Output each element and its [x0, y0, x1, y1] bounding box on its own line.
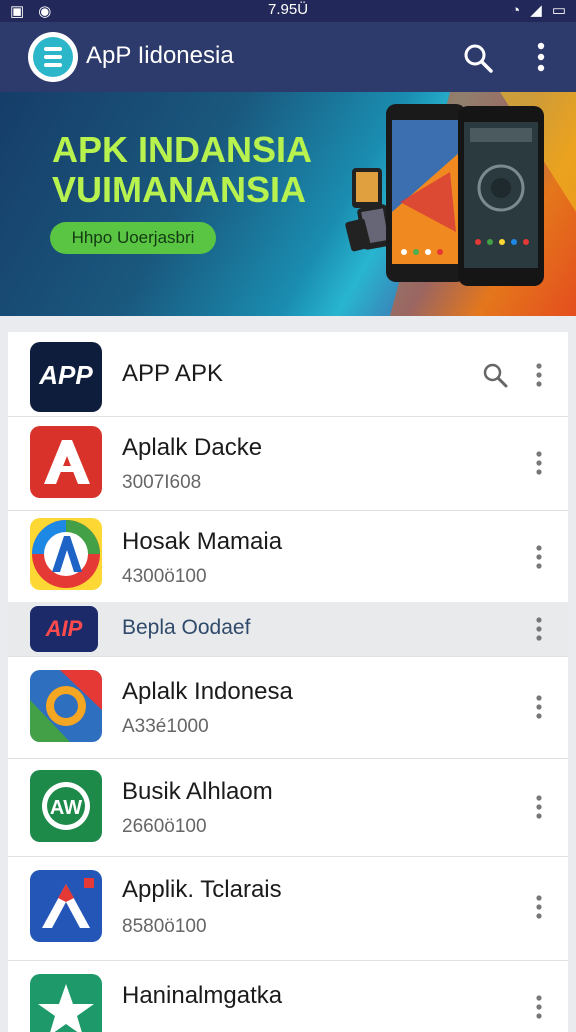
- more-vert-icon[interactable]: [530, 544, 548, 570]
- search-icon[interactable]: [462, 42, 494, 74]
- list-header-title: APP APK: [122, 360, 223, 387]
- aw-app-icon: AW: [30, 770, 102, 842]
- status-bar: ▣ ◉ 7.95Ü ◔ ◢ ▭: [0, 0, 576, 22]
- more-vert-icon[interactable]: [530, 362, 548, 388]
- app-title: ApP Iidonesia: [86, 42, 234, 69]
- banner-headline-line-1: APK INDANSIA: [52, 129, 313, 170]
- app-name: Applik. Tclarais: [122, 876, 282, 903]
- phones-illustration: [345, 92, 576, 316]
- app-name: Busik Alhlaom: [122, 778, 273, 805]
- gallery-notification-icon: ▣: [10, 3, 25, 20]
- app-apk-icon: APP: [30, 342, 102, 412]
- list-item[interactable]: Hosak Mamaia 4300ö100: [8, 510, 568, 603]
- app-name: Aplalk Indonesa: [122, 678, 293, 705]
- app-bar: ApP Iidonesia: [0, 22, 576, 92]
- svg-text:AW: AW: [50, 797, 82, 819]
- list-item-selected[interactable]: AIP Bepla Oodaef: [8, 602, 568, 657]
- app-size: 3007I608: [122, 472, 202, 493]
- adobe-style-app-icon: [30, 426, 102, 498]
- promo-banner[interactable]: APK INDANSIA VUIMANANSIA Hhpo Uoerjasbri: [0, 92, 576, 316]
- sync-notification-icon: ◉: [38, 3, 52, 20]
- list-header-row: APP APP APK: [8, 332, 568, 417]
- list-item[interactable]: Haninalmgatka: [8, 960, 568, 1032]
- status-time: 7.95Ü: [268, 1, 309, 18]
- more-vert-icon[interactable]: [530, 794, 548, 820]
- app-size: 4300ö100: [122, 566, 207, 587]
- aip-app-icon: AIP: [30, 606, 98, 652]
- list-item[interactable]: Aplalk Indonesa A33é1000: [8, 656, 568, 759]
- banner-headline: APK INDANSIA VUIMANANSIA: [52, 130, 312, 210]
- arrow-a-app-icon: [30, 870, 102, 942]
- more-vert-icon[interactable]: [530, 450, 548, 476]
- aip-icon-text: AIP: [45, 616, 83, 641]
- list-item[interactable]: Applik. Tclarais 8580ö100: [8, 856, 568, 961]
- app-list: APP APP APK Aplalk Dacke 3007I608 Hosak …: [8, 332, 568, 1032]
- app-name: Bepla Oodaef: [122, 616, 251, 639]
- chrome-style-app-icon: [30, 670, 102, 742]
- wifi-icon: ◔: [511, 1, 521, 19]
- app-apk-icon-text: APP: [39, 360, 93, 390]
- star-app-icon: [30, 974, 102, 1032]
- more-vert-icon[interactable]: [530, 994, 548, 1020]
- list-item[interactable]: AW Busik Alhlaom 2660ö100: [8, 758, 568, 857]
- app-size: 8580ö100: [122, 916, 207, 937]
- app-size: 2660ö100: [122, 816, 207, 837]
- app-name: Aplalk Dacke: [122, 434, 263, 461]
- battery-icon: ▭: [551, 2, 566, 19]
- colorful-a-app-icon: [30, 518, 102, 590]
- app-name: Hosak Mamaia: [122, 528, 283, 555]
- app-name: Haninalmgatka: [122, 982, 283, 1009]
- app-size: A33é1000: [122, 716, 209, 737]
- more-vert-icon[interactable]: [530, 694, 548, 720]
- more-vert-icon[interactable]: [528, 42, 554, 72]
- more-vert-icon[interactable]: [530, 894, 548, 920]
- signal-icon: ◢: [530, 2, 542, 19]
- banner-headline-line-2: VUIMANANSIA: [52, 169, 307, 210]
- list-item[interactable]: Aplalk Dacke 3007I608: [8, 416, 568, 511]
- list-search-icon[interactable]: [482, 362, 508, 388]
- more-vert-icon[interactable]: [530, 616, 548, 642]
- banner-button[interactable]: Hhpo Uoerjasbri: [50, 222, 216, 254]
- speaker-logo-icon: [28, 32, 78, 82]
